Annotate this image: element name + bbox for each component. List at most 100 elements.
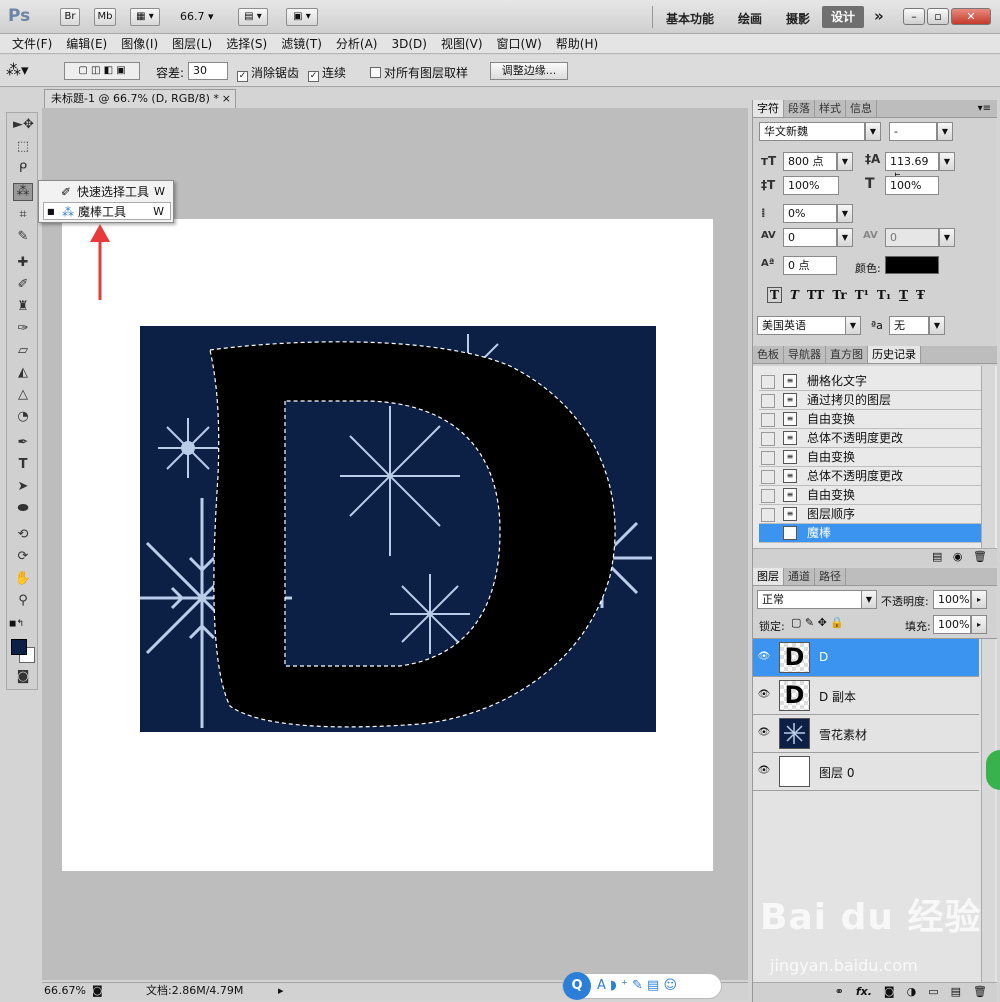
layer-row-d-copy[interactable]: 👁 D D 副本 xyxy=(753,677,979,715)
subscript-button[interactable]: T₁ xyxy=(877,288,891,302)
layers-scrollbar[interactable] xyxy=(981,639,995,983)
status-options-icon[interactable]: ◙ xyxy=(92,983,103,999)
faux-bold-button[interactable]: T xyxy=(767,287,782,303)
font-family-select[interactable]: 华文新魏 xyxy=(759,122,865,141)
magic-wand-tool-item[interactable]: ■ ⁂ 魔棒工具 W xyxy=(43,202,171,220)
history-item[interactable]: ≡ 自由变换 xyxy=(759,486,981,505)
font-style-select[interactable]: - xyxy=(889,122,937,141)
crop-tool-icon[interactable]: ⌗ xyxy=(13,207,33,225)
history-item-active[interactable]: ⁂ 魔棒 xyxy=(759,524,981,543)
layer-row-snowflake[interactable]: 👁 雪花素材 xyxy=(753,715,979,753)
horizontal-scale-input[interactable]: 100% xyxy=(885,176,939,195)
menu-3d[interactable]: 3D(D) xyxy=(391,37,426,51)
view-extras-button[interactable]: ▦ ▾ xyxy=(130,8,160,26)
link-layers-icon[interactable]: ⚭ xyxy=(835,983,844,1002)
status-zoom[interactable]: 66.67% xyxy=(44,983,86,999)
new-layer-icon[interactable]: ▤ xyxy=(951,983,961,1002)
antialias-checkbox[interactable]: ✓ 消除锯齿 xyxy=(237,64,299,82)
chevron-down-icon[interactable]: ▼ xyxy=(939,152,955,171)
lasso-tool-icon[interactable]: ᑭ xyxy=(13,161,33,179)
history-item[interactable]: ≡ 图层顺序 xyxy=(759,505,981,524)
small-caps-button[interactable]: Tr xyxy=(832,288,846,302)
menu-window[interactable]: 窗口(W) xyxy=(497,35,542,52)
minibridge-button[interactable]: Mb xyxy=(94,8,116,26)
status-arrow-icon[interactable]: ▸ xyxy=(278,983,284,999)
chevron-down-icon[interactable]: ▼ xyxy=(939,228,955,247)
chevron-down-icon[interactable]: ▼ xyxy=(861,590,877,609)
history-brush-tool-icon[interactable]: ✑ xyxy=(13,321,33,339)
visibility-eye-icon[interactable]: 👁 xyxy=(757,727,771,739)
quick-selection-tool-item[interactable]: ✐ 快速选择工具 W xyxy=(43,183,171,201)
layer-name[interactable]: 雪花素材 xyxy=(819,726,867,743)
sample-all-layers-checkbox[interactable]: 对所有图层取样 xyxy=(370,64,468,81)
magic-wand-preset-icon[interactable]: ⁂▾ xyxy=(6,61,29,79)
delete-layer-icon[interactable]: 🗑 xyxy=(973,983,987,1002)
workspace-painting[interactable]: 绘画 xyxy=(738,10,762,27)
layer-name[interactable]: 图层 0 xyxy=(819,764,854,781)
chevron-down-icon[interactable]: ▼ xyxy=(837,204,853,223)
layer-row-layer0[interactable]: 👁 图层 0 xyxy=(753,753,979,791)
layer-row-d[interactable]: 👁 D D xyxy=(753,639,979,677)
paint-bucket-tool-icon[interactable]: ◭ xyxy=(13,365,33,383)
history-item[interactable]: ≡ 通过拷贝的图层 xyxy=(759,391,981,410)
healing-brush-tool-icon[interactable]: ✚ xyxy=(13,255,33,273)
tab-histogram[interactable]: 直方图 xyxy=(826,346,868,363)
tab-swatches[interactable]: 色板 xyxy=(753,346,784,363)
menu-analysis[interactable]: 分析(A) xyxy=(336,35,378,52)
layer-name[interactable]: D 副本 xyxy=(819,688,856,705)
blur-tool-icon[interactable]: △ xyxy=(13,387,33,405)
language-select[interactable]: 美国英语 xyxy=(757,316,847,335)
history-item[interactable]: ≡ 总体不透明度更改 xyxy=(759,429,981,448)
more-workspaces-icon[interactable]: » xyxy=(874,7,884,25)
menu-select[interactable]: 选择(S) xyxy=(226,35,267,52)
menu-filter[interactable]: 滤镜(T) xyxy=(281,35,322,52)
opacity-input[interactable]: 100% xyxy=(933,590,971,609)
menu-layer[interactable]: 图层(L) xyxy=(172,35,212,52)
font-size-input[interactable]: 800 点 xyxy=(783,152,837,171)
text-color-swatch[interactable] xyxy=(885,256,939,274)
workspace-essentials[interactable]: 基本功能 xyxy=(666,10,714,27)
eraser-tool-icon[interactable]: ▱ xyxy=(13,343,33,361)
history-item[interactable]: ≡ 自由变换 xyxy=(759,448,981,467)
leading-input[interactable]: 113.69 点 xyxy=(885,152,939,185)
baseline-shift-input[interactable]: 0 点 xyxy=(783,256,837,275)
magic-wand-tool-icon[interactable]: ⁂ xyxy=(13,183,33,201)
menu-edit[interactable]: 编辑(E) xyxy=(66,35,107,52)
zoom-level-dropdown[interactable]: 66.7 ▾ xyxy=(180,10,214,23)
3d-orbit-tool-icon[interactable]: ⟳ xyxy=(13,549,33,567)
eyedropper-tool-icon[interactable]: ✎ xyxy=(13,229,33,247)
marquee-tool-icon[interactable]: ⬚ xyxy=(13,139,33,157)
side-badge[interactable] xyxy=(986,750,1000,790)
chevron-down-icon[interactable]: ▼ xyxy=(865,122,881,141)
foreground-color-swatch[interactable] xyxy=(11,639,27,655)
hand-tool-icon[interactable]: ✋ xyxy=(13,571,33,589)
history-scrollbar[interactable] xyxy=(981,366,995,548)
adjustment-layer-icon[interactable]: ◑ xyxy=(907,983,917,1002)
menu-file[interactable]: 文件(F) xyxy=(12,35,52,52)
tab-layers[interactable]: 图层 xyxy=(753,568,784,585)
add-mask-icon[interactable]: ◙ xyxy=(884,983,895,1002)
brush-tool-icon[interactable]: ✐ xyxy=(13,277,33,295)
chevron-down-icon[interactable]: ▼ xyxy=(937,122,953,141)
faux-italic-button[interactable]: T xyxy=(790,288,799,302)
minimize-icon[interactable]: – xyxy=(903,8,925,25)
ime-toolbar[interactable]: A ◗ ⁺ ✎ ▤ ☺ Q xyxy=(562,972,722,1000)
layer-name[interactable]: D xyxy=(819,650,828,664)
menu-image[interactable]: 图像(I) xyxy=(121,35,158,52)
tab-channels[interactable]: 通道 xyxy=(784,568,815,585)
new-document-from-state-icon[interactable]: ▤ xyxy=(932,550,942,563)
screen-mode-button[interactable]: ▣ ▾ xyxy=(286,8,318,26)
chevron-down-icon[interactable]: ▸ xyxy=(971,590,987,609)
tab-info[interactable]: 信息 xyxy=(846,100,877,117)
workspace-photography[interactable]: 摄影 xyxy=(786,10,810,27)
vertical-scale-input[interactable]: 100% xyxy=(783,176,839,195)
snowflake-artwork[interactable] xyxy=(140,326,656,732)
superscript-button[interactable]: T¹ xyxy=(855,288,869,302)
3d-rotate-tool-icon[interactable]: ⟲ xyxy=(13,527,33,545)
panel-menu-icon[interactable]: ▾≡ xyxy=(978,100,997,117)
new-group-icon[interactable]: ▭ xyxy=(928,983,938,1002)
ellipse-tool-icon[interactable]: ⬬ xyxy=(13,501,33,519)
visibility-eye-icon[interactable]: 👁 xyxy=(757,651,771,663)
tab-paths[interactable]: 路径 xyxy=(815,568,846,585)
path-selection-tool-icon[interactable]: ➤ xyxy=(13,479,33,497)
